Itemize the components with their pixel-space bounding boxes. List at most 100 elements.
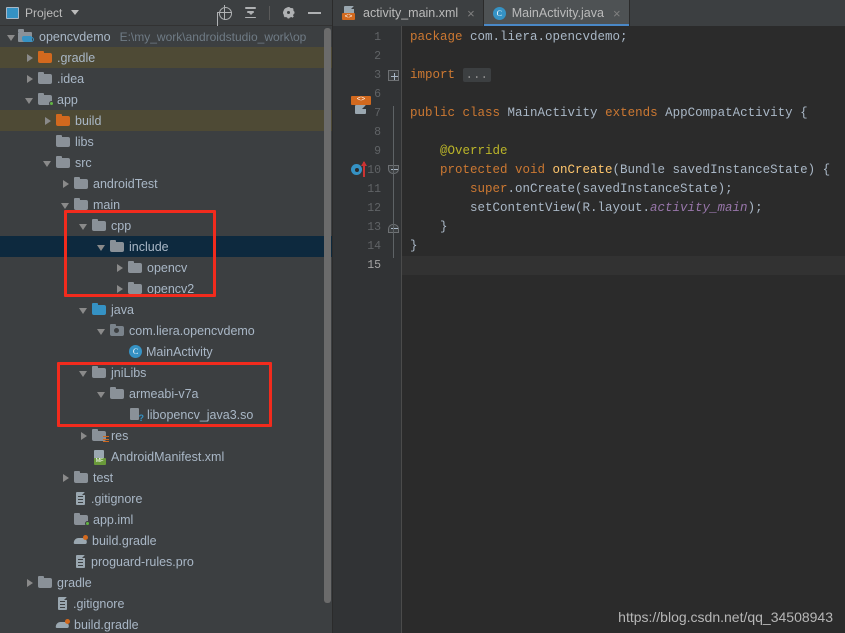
chevron-down-icon[interactable] [96,389,106,399]
code-text-area[interactable]: package com.liera.opencvdemo; import ...… [401,26,845,633]
code-line[interactable] [402,123,845,142]
chevron-right-icon[interactable] [42,116,52,126]
gutter-line-number[interactable]: 12 [333,199,387,218]
code-line[interactable]: package com.liera.opencvdemo; [402,28,845,47]
project-panel-toolbar [217,5,326,20]
tree-row[interactable]: include [0,236,332,257]
code-line[interactable] [402,256,845,275]
tree-row[interactable]: opencvdemo E:\my_work\androidstudio_work\… [0,26,332,47]
chevron-right-icon[interactable] [60,473,70,483]
tree-row[interactable]: cpp [0,215,332,236]
chevron-right-icon[interactable] [24,74,34,84]
project-tree[interactable]: opencvdemo E:\my_work\androidstudio_work\… [0,26,332,633]
locate-icon[interactable] [217,5,232,20]
gutter-line-number[interactable]: 3 [333,66,387,85]
tree-row[interactable]: build.gradle [0,614,332,633]
chevron-down-icon[interactable] [24,95,34,105]
gutter-line-number[interactable]: 11 [333,180,387,199]
tree-row-label: main [93,197,121,212]
scrollbar-thumb[interactable] [324,28,331,603]
collapse-all-icon[interactable] [243,5,258,20]
chevron-down-icon[interactable] [78,368,88,378]
tree-row[interactable]: build.gradle [0,530,332,551]
code-line[interactable]: public class MainActivity extends AppCom… [402,104,845,123]
gutter-line-number[interactable]: 8 [333,123,387,142]
tree-row[interactable]: com.liera.opencvdemo [0,320,332,341]
line-number-text: 13 [367,221,381,234]
code-line[interactable]: super.onCreate(savedInstanceState); [402,180,845,199]
tree-row[interactable]: main [0,194,332,215]
tree-row[interactable]: androidTest [0,173,332,194]
chevron-down-icon[interactable] [42,158,52,168]
code-line[interactable]: @Override [402,142,845,161]
tree-row[interactable]: opencv [0,257,332,278]
code-editor[interactable]: 1 2 3 6 7 <> 8 9 10 11 12 13 14 15 package com.liera.… [333,26,845,633]
editor-gutter[interactable]: 1 2 3 6 7 <> 8 9 10 11 12 13 14 15 [333,26,387,633]
tree-row[interactable]: jniLibs [0,362,332,383]
tree-row[interactable]: C MainActivity [0,341,332,362]
editor-tab[interactable]: C MainActivity.java × [483,0,630,26]
line-number-text: 12 [367,202,381,215]
gutter-line-number[interactable]: 15 [333,256,387,275]
close-icon[interactable]: × [467,7,475,20]
tree-row[interactable]: .idea [0,68,332,89]
gutter-line-number[interactable]: 14 [333,237,387,256]
minimize-icon[interactable] [307,5,322,20]
gutter-line-number[interactable]: 13 [333,218,387,237]
tree-row[interactable]: test [0,467,332,488]
project-tree-scrollbar[interactable] [324,26,331,633]
fold-expand-icon[interactable] [388,70,399,81]
code-line[interactable]: protected void onCreate(Bundle savedInst… [402,161,845,180]
chevron-down-icon[interactable] [78,305,88,315]
chevron-down-icon[interactable] [96,326,106,336]
chevron-right-icon[interactable] [60,179,70,189]
gutter-line-number[interactable]: 2 [333,47,387,66]
tree-row[interactable]: .gitignore [0,488,332,509]
tree-row[interactable]: app.iml [0,509,332,530]
chevron-right-icon[interactable] [114,284,124,294]
code-line[interactable]: } [402,237,845,256]
tree-row[interactable]: res [0,425,332,446]
gutter-line-number[interactable]: 9 [333,142,387,161]
tree-row[interactable]: MF AndroidManifest.xml [0,446,332,467]
tree-row[interactable]: proguard-rules.pro [0,551,332,572]
gutter-line-number[interactable]: 7 <> [333,96,387,123]
gutter-line-number[interactable]: 1 [333,28,387,47]
tree-row[interactable]: armeabi-v7a [0,383,332,404]
tree-row[interactable]: java [0,299,332,320]
chevron-down-icon[interactable] [78,221,88,231]
chevron-down-icon[interactable] [6,32,16,42]
tree-row[interactable]: build [0,110,332,131]
chevron-right-icon[interactable] [114,263,124,273]
code-line[interactable]: import ... [402,66,845,85]
chevron-down-icon[interactable] [60,200,70,210]
tree-row[interactable]: .gitignore [0,593,332,614]
code-line[interactable] [402,85,845,104]
chevron-right-icon[interactable] [24,53,34,63]
code-line[interactable] [402,47,845,66]
code-line[interactable]: } [402,218,845,237]
code-line[interactable]: setContentView(R.layout.activity_main); [402,199,845,218]
close-icon[interactable]: × [613,7,621,20]
editor-tab[interactable]: <> activity_main.xml × [333,0,484,26]
chevron-right-icon[interactable] [24,578,34,588]
code-folding-column[interactable] [387,26,401,633]
folded-imports-placeholder[interactable]: ... [462,68,492,82]
tree-row-label: res [111,428,129,443]
tree-row[interactable]: src [0,152,332,173]
tree-row[interactable]: opencv2 [0,278,332,299]
tree-row[interactable]: ? libopencv_java3.so [0,404,332,425]
settings-gear-icon[interactable] [281,5,296,20]
tree-row[interactable]: app [0,89,332,110]
code-token: extends [605,106,666,120]
gutter-line-number[interactable]: 10 [333,161,387,180]
tree-row[interactable]: gradle [0,572,332,593]
chevron-right-icon[interactable] [78,431,88,441]
project-panel-title-button[interactable]: Project [6,6,80,20]
tree-row[interactable]: libs [0,131,332,152]
project-tool-window: Project opencvdemo E:\my_work\androidstud… [0,0,333,633]
chevron-down-icon[interactable] [71,10,80,15]
tree-row[interactable]: .gradle [0,47,332,68]
chevron-down-icon[interactable] [96,242,106,252]
